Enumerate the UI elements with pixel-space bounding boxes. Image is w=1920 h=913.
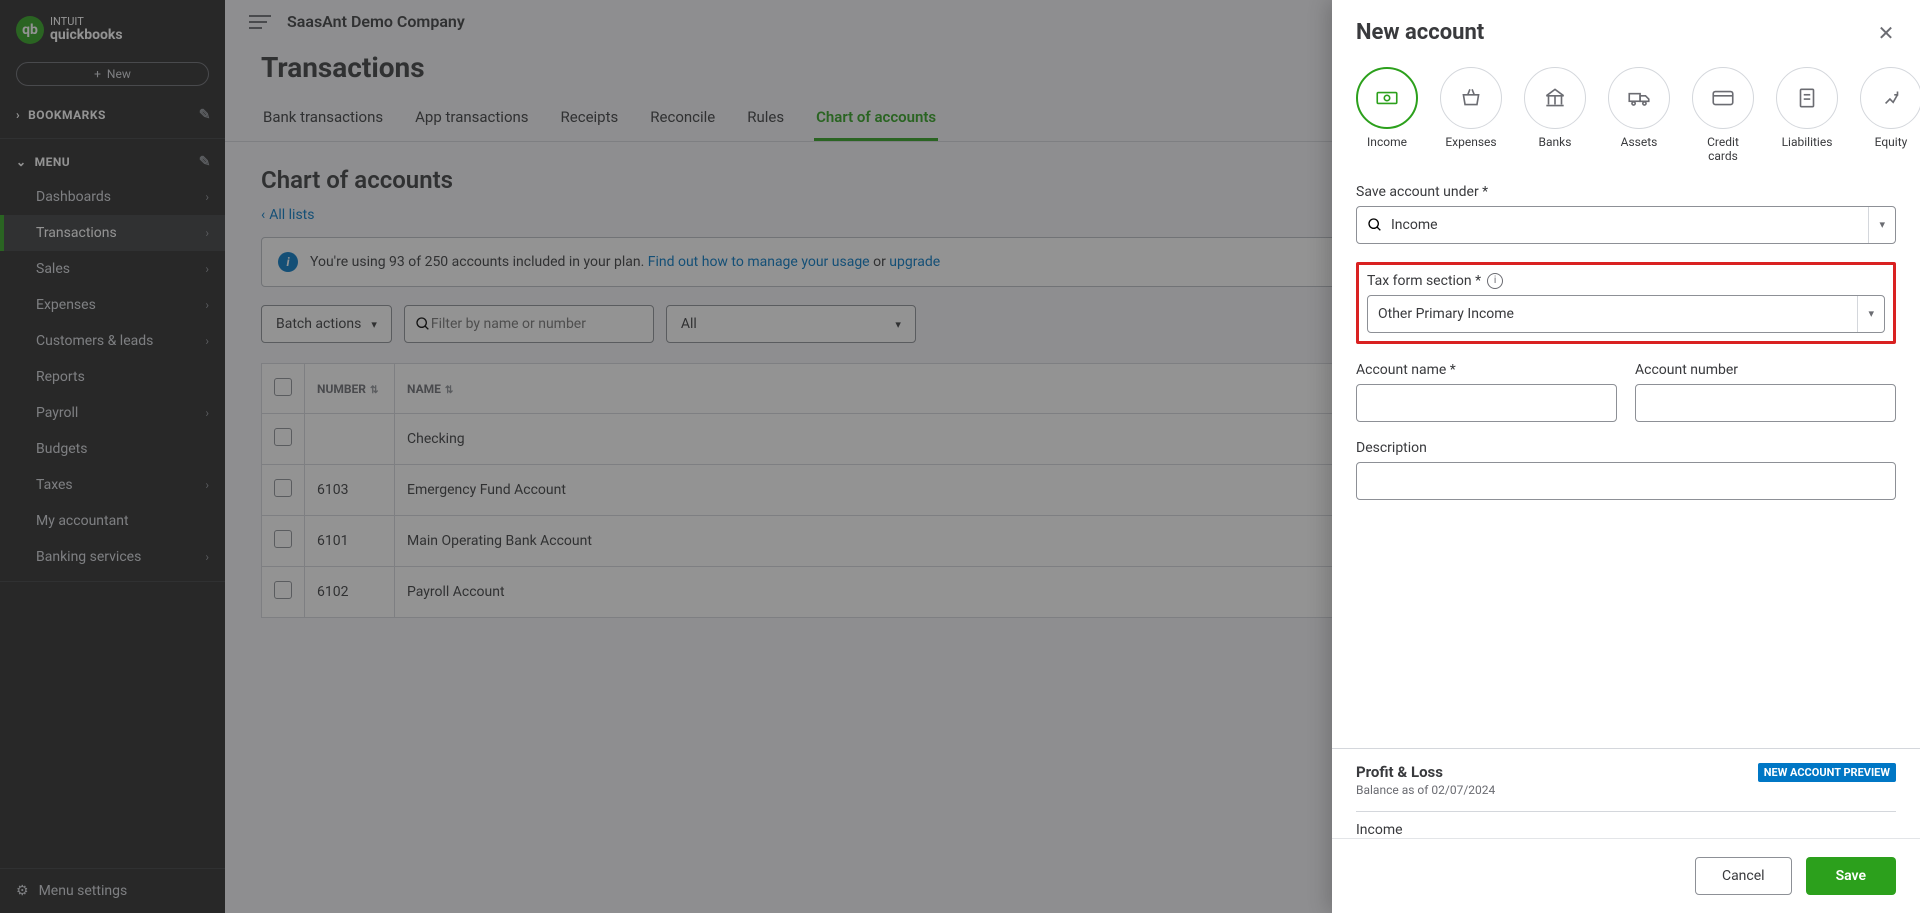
account-type-expenses[interactable]: Expenses: [1440, 67, 1502, 164]
chevron-down-icon[interactable]: [1857, 296, 1874, 332]
tax-section-label: Tax form section *: [1367, 273, 1481, 289]
money-icon: [1356, 67, 1418, 129]
type-label: Expenses: [1445, 135, 1496, 149]
new-account-panel: New account ✕ Income Expenses Banks Asse…: [1332, 0, 1920, 913]
tax-section-highlight: Tax form section * i: [1356, 262, 1896, 344]
description-label: Description: [1356, 440, 1896, 456]
account-number-label: Account number: [1635, 362, 1896, 378]
account-name-label: Account name *: [1356, 362, 1617, 378]
bank-icon: [1524, 67, 1586, 129]
account-type-banks[interactable]: Banks: [1524, 67, 1586, 164]
type-label: Equity: [1875, 135, 1908, 149]
account-type-equity[interactable]: Equity: [1860, 67, 1920, 164]
type-label: Banks: [1539, 135, 1572, 149]
cancel-button[interactable]: Cancel: [1695, 857, 1792, 895]
search-icon: [1367, 217, 1383, 233]
card-icon: [1692, 67, 1754, 129]
truck-icon: [1608, 67, 1670, 129]
account-type-assets[interactable]: Assets: [1608, 67, 1670, 164]
preview-section: Profit & Loss Balance as of 02/07/2024 N…: [1332, 748, 1920, 838]
description-input[interactable]: [1356, 462, 1896, 500]
equity-icon: [1860, 67, 1920, 129]
basket-icon: [1440, 67, 1502, 129]
pl-subtitle: Balance as of 02/07/2024: [1356, 783, 1495, 797]
save-under-input[interactable]: [1391, 217, 1860, 233]
account-type-liabilities[interactable]: Liabilities: [1776, 67, 1838, 164]
account-type-credit-cards[interactable]: Creditcards: [1692, 67, 1754, 164]
type-label: Income: [1367, 135, 1407, 149]
info-icon[interactable]: i: [1487, 273, 1503, 289]
account-number-input[interactable]: [1635, 384, 1896, 422]
preview-group: Income: [1356, 822, 1896, 838]
tax-section-label-row: Tax form section * i: [1367, 273, 1885, 289]
pl-title: Profit & Loss: [1356, 763, 1495, 781]
doc-icon: [1776, 67, 1838, 129]
save-under-combo[interactable]: [1356, 206, 1896, 244]
type-label: Liabilities: [1782, 135, 1833, 149]
chevron-down-icon[interactable]: [1868, 207, 1885, 243]
account-type-income[interactable]: Income: [1356, 67, 1418, 164]
type-label: Creditcards: [1707, 135, 1739, 164]
account-name-input[interactable]: [1356, 384, 1617, 422]
tax-section-combo[interactable]: [1367, 295, 1885, 333]
tax-section-input[interactable]: [1378, 306, 1849, 322]
save-under-label: Save account under *: [1356, 184, 1896, 200]
type-label: Assets: [1621, 135, 1658, 149]
account-type-row: Income Expenses Banks Assets Creditcards…: [1332, 53, 1920, 164]
save-button[interactable]: Save: [1806, 857, 1896, 895]
preview-badge: NEW ACCOUNT PREVIEW: [1758, 763, 1896, 782]
close-icon[interactable]: ✕: [1876, 23, 1896, 43]
panel-title: New account: [1356, 20, 1484, 45]
